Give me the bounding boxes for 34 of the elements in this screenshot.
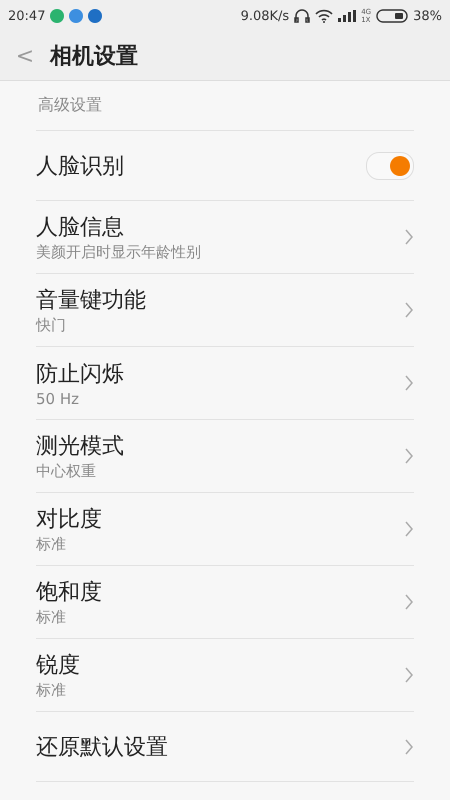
network-speed: 9.08K/s	[240, 8, 290, 24]
chevron-right-icon	[404, 302, 414, 318]
setting-value: 快门	[36, 316, 67, 335]
setting-title[interactable]: 对比度	[36, 504, 404, 534]
chevron-right-icon	[404, 738, 414, 754]
toggle-switch[interactable]	[366, 152, 414, 180]
setting-value: 50 Hz	[36, 390, 80, 408]
chevron-right-icon	[404, 375, 414, 391]
battery-icon	[376, 9, 408, 23]
setting-title[interactable]: 测光模式	[36, 431, 404, 461]
setting-value: 标准	[36, 535, 67, 554]
battery-percent: 38%	[413, 8, 442, 24]
chevron-right-icon	[404, 448, 414, 464]
section-title: 高级设置	[38, 95, 102, 116]
chevron-right-icon	[404, 521, 414, 537]
chevron-right-icon	[404, 594, 414, 610]
setting-title[interactable]: 锐度	[36, 650, 404, 680]
signal-icon	[338, 10, 356, 22]
page-title: 相机设置	[50, 43, 138, 71]
setting-value: 中心权重	[36, 462, 97, 481]
setting-title[interactable]: 人脸信息	[36, 212, 404, 242]
setting-value: 标准	[36, 608, 67, 627]
setting-value: 美颜开启时显示年龄性别	[36, 243, 202, 262]
setting-value: 标准	[36, 681, 67, 700]
setting-title[interactable]: 音量键功能	[36, 285, 404, 315]
chevron-right-icon	[404, 229, 414, 245]
setting-title[interactable]: 防止闪烁	[36, 358, 404, 388]
setting-title: 人脸识别	[36, 152, 125, 180]
chevron-right-icon	[404, 667, 414, 683]
headphones-icon	[294, 8, 310, 24]
wifi-icon	[315, 9, 334, 23]
setting-title[interactable]: 还原默认设置	[36, 732, 404, 762]
clock: 20:47	[8, 8, 46, 24]
setting-title[interactable]: 饱和度	[36, 577, 404, 607]
